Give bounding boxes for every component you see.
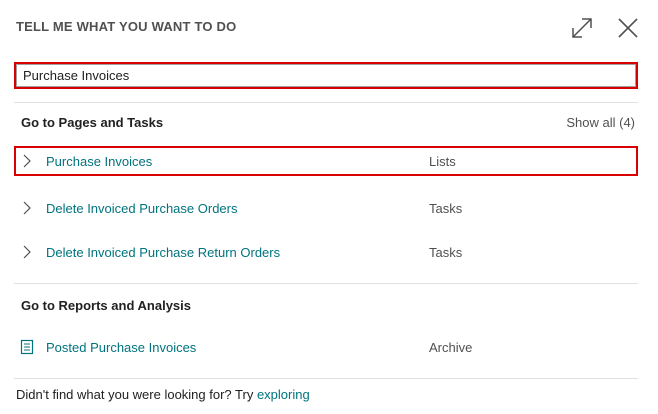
- result-link[interactable]: Delete Invoiced Purchase Return Orders: [46, 245, 280, 260]
- result-kind: Tasks: [429, 201, 463, 216]
- expand-icon[interactable]: [570, 16, 594, 40]
- divider: [14, 283, 638, 284]
- result-row-delete-invoiced-purchase-orders[interactable]: Delete Invoiced Purchase Orders Tasks: [14, 193, 638, 223]
- result-link[interactable]: Purchase Invoices: [46, 154, 152, 169]
- footer-prompt: Didn't find what you were looking for? T…: [16, 387, 257, 402]
- result-row-posted-purchase-invoices[interactable]: Posted Purchase Invoices Archive: [14, 332, 638, 362]
- tell-me-dialog: TELL ME WHAT YOU WANT TO DO Go to Pages …: [0, 0, 658, 414]
- result-row-delete-invoiced-purchase-return-orders[interactable]: Delete Invoiced Purchase Return Orders T…: [14, 237, 638, 267]
- close-icon[interactable]: [616, 16, 640, 40]
- result-link[interactable]: Delete Invoiced Purchase Orders: [46, 201, 237, 216]
- divider: [14, 102, 638, 103]
- chevron-right-icon: [23, 201, 31, 215]
- exploring-link[interactable]: exploring: [257, 387, 310, 402]
- show-all-link[interactable]: Show all (4): [566, 115, 635, 130]
- document-icon: [20, 339, 34, 355]
- chevron-right-icon: [23, 154, 31, 168]
- dialog-title: TELL ME WHAT YOU WANT TO DO: [16, 19, 237, 34]
- footer-text: Didn't find what you were looking for? T…: [16, 387, 310, 402]
- chevron-right-icon: [23, 245, 31, 259]
- search-field-highlight: [14, 62, 638, 89]
- result-row-purchase-invoices[interactable]: Purchase Invoices Lists: [14, 146, 638, 176]
- result-kind: Archive: [429, 340, 473, 355]
- reports-section-title: Go to Reports and Analysis: [21, 298, 191, 313]
- search-input[interactable]: [16, 64, 636, 87]
- result-kind: Tasks: [429, 245, 463, 260]
- result-link[interactable]: Posted Purchase Invoices: [46, 340, 196, 355]
- divider: [14, 378, 638, 379]
- result-kind: Lists: [429, 154, 456, 169]
- pages-section-title: Go to Pages and Tasks: [21, 115, 164, 130]
